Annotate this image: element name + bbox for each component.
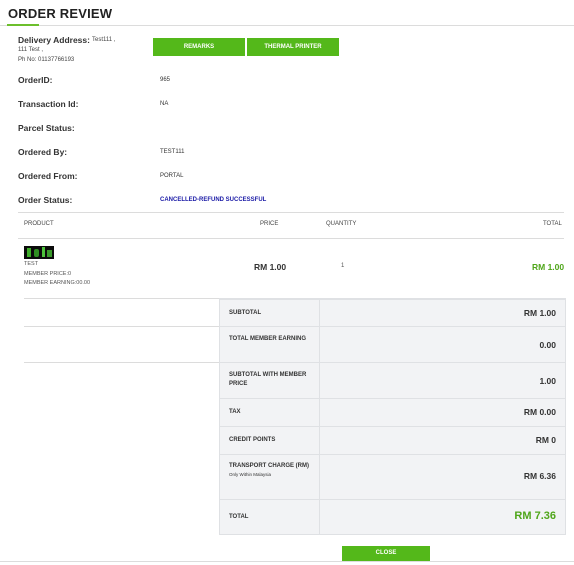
- transport-note: Only Within Malaysia: [229, 472, 272, 477]
- product-thumbnail: [24, 246, 54, 259]
- delivery-address-label: Delivery Address:: [18, 35, 90, 45]
- subtotal-member-value: 1.00: [539, 376, 556, 386]
- col-header-quantity: QUANTITY: [326, 221, 357, 227]
- summary-row-total: TOTAL RM 7.36: [220, 499, 565, 535]
- order-status-label: Order Status:: [18, 195, 73, 205]
- order-summary-table: SUBTOTAL RM 1.00 TOTAL MEMBER EARNING 0.…: [219, 298, 566, 535]
- summary-row-subtotal: SUBTOTAL RM 1.00: [220, 299, 565, 327]
- remarks-button[interactable]: REMARKS: [153, 38, 245, 56]
- member-earning-value: 0.00: [539, 340, 556, 350]
- product-member-earning: MEMBER EARNING:00.00: [24, 280, 91, 286]
- ordered-from-value: PORTAL: [160, 173, 184, 179]
- transport-label: TRANSPORT CHARGE (RM) Only Within Malays…: [229, 462, 309, 479]
- ordered-from-label: Ordered From:: [18, 171, 78, 181]
- summary-row-credit-points: CREDIT POINTS RM 0: [220, 426, 565, 455]
- ordered-by-value: TEST111: [160, 149, 185, 155]
- summary-row-transport: TRANSPORT CHARGE (RM) Only Within Malays…: [220, 454, 565, 500]
- credit-points-value: RM 0: [535, 435, 556, 445]
- product-name: TEST: [24, 261, 39, 267]
- subtotal-label: SUBTOTAL: [229, 310, 262, 316]
- product-price: RM 1.00: [254, 262, 287, 272]
- total-label: TOTAL: [229, 514, 249, 520]
- col-header-product: PRODUCT: [24, 221, 54, 227]
- transaction-id-value: NA: [160, 101, 169, 107]
- member-earning-label: TOTAL MEMBER EARNING: [229, 336, 307, 342]
- footer-divider: [0, 561, 574, 562]
- col-header-total: TOTAL: [543, 221, 562, 227]
- table-top-divider: [18, 212, 564, 213]
- total-value: RM 7.36: [514, 510, 556, 522]
- delivery-address-line1: Test111 ,: [92, 37, 116, 43]
- page-title: ORDER REVIEW: [8, 6, 113, 21]
- delivery-phone: Ph No: 01137766193: [18, 57, 75, 63]
- subtotal-member-label: SUBTOTAL WITH MEMBER PRICE: [229, 372, 307, 387]
- summary-row-member-earning: TOTAL MEMBER EARNING 0.00: [220, 326, 565, 363]
- product-member-price: MEMBER PRICE:0: [24, 270, 72, 277]
- transport-value: RM 6.36: [523, 471, 556, 481]
- title-accent-bar: [7, 24, 39, 26]
- subtotal-value: RM 1.00: [523, 308, 556, 318]
- summary-row-subtotal-member: SUBTOTAL WITH MEMBER PRICE 1.00: [220, 362, 565, 399]
- tax-value: RM 0.00: [523, 407, 556, 417]
- order-id-label: OrderID:: [18, 75, 53, 85]
- close-button[interactable]: CLOSE: [342, 546, 430, 561]
- product-quantity: 1: [341, 263, 345, 269]
- summary-row-tax: TAX RM 0.00: [220, 398, 565, 427]
- title-divider: [0, 25, 574, 26]
- summary-left-divider-mid: [24, 326, 219, 327]
- credit-points-label: CREDIT POINTS: [229, 437, 276, 443]
- product-total: RM 1.00: [532, 262, 565, 272]
- product-details: TEST MEMBER PRICE:0 MEMBER EARNING:00.00: [24, 260, 90, 289]
- thermal-printer-button[interactable]: THERMAL PRINTER: [247, 38, 339, 56]
- col-header-price: PRICE: [260, 221, 279, 227]
- table-header-divider: [18, 238, 564, 239]
- transaction-id-label: Transaction Id:: [18, 99, 79, 109]
- ordered-by-label: Ordered By:: [18, 147, 68, 157]
- summary-left-divider-top: [24, 298, 219, 299]
- transport-label-text: TRANSPORT CHARGE (RM): [229, 463, 309, 469]
- parcel-status-label: Parcel Status:: [18, 123, 75, 133]
- summary-left-divider-bottom: [24, 362, 219, 363]
- delivery-address-line2: 111 Test ,: [18, 47, 44, 53]
- order-status-value: CANCELLED-REFUND SUCCESSFUL: [160, 197, 267, 203]
- tax-label: TAX: [229, 409, 241, 415]
- order-id-value: 965: [160, 77, 171, 83]
